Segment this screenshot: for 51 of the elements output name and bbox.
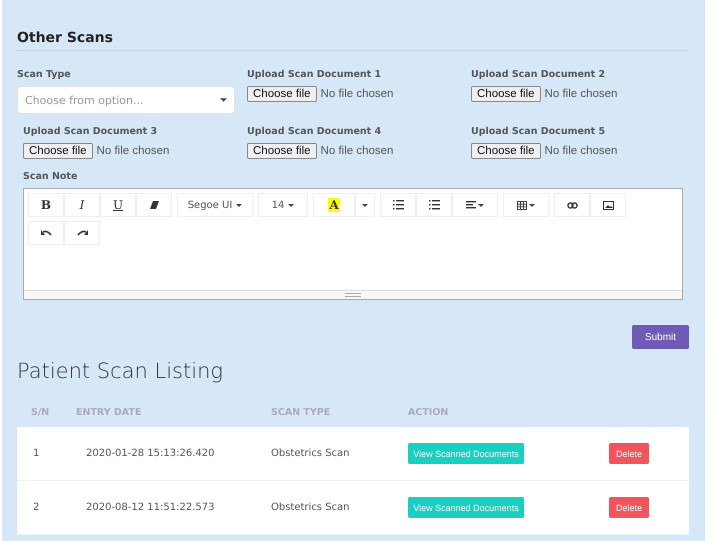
font-dropdown[interactable]: Segoe UI [177, 193, 253, 217]
field-label: Upload Scan Document 1 [247, 69, 382, 80]
bold-button[interactable]: B [28, 193, 64, 217]
column-header: ENTRY DATE [76, 406, 142, 418]
field-label: Scan Note [23, 171, 78, 182]
choose-file-button[interactable]: Choose file [471, 143, 541, 159]
text-color-button[interactable]: A [313, 193, 355, 217]
caret-icon [362, 204, 368, 206]
table-cell-text: Obstetrics Scan [271, 448, 351, 459]
column-header: S/N [30, 406, 50, 418]
file-status: No file chosen [320, 145, 394, 157]
undo-icon [40, 230, 52, 236]
column-header: ACTION [408, 406, 450, 418]
choose-file-button[interactable]: Choose file [247, 86, 317, 102]
resize-handle-icon [345, 293, 361, 297]
submit-button[interactable]: Submit [632, 325, 689, 349]
choose-file-button[interactable]: Choose file [23, 143, 93, 159]
caret-icon [288, 204, 294, 206]
italic-button[interactable]: I [64, 193, 100, 217]
table-cell-text: 2020-08-12 11:51:22.573 [85, 502, 216, 513]
font-size-dropdown[interactable]: 14 [258, 193, 308, 217]
column-header: SCAN TYPE [271, 406, 332, 418]
file-status: No file chosen [544, 88, 618, 100]
choose-file-button[interactable]: Choose file [247, 143, 317, 159]
caret-icon [220, 98, 227, 102]
field-label: Upload Scan Document 2 [471, 69, 606, 80]
align-icon [466, 201, 484, 209]
link-icon [566, 202, 578, 208]
caret-icon [236, 204, 242, 206]
image-icon [602, 200, 614, 210]
listing-title: Patient Scan Listing [17, 359, 224, 383]
table-icon [517, 200, 535, 210]
file-status: No file chosen [96, 145, 170, 157]
bullet-list-icon [392, 200, 404, 210]
eraser-icon [150, 201, 158, 209]
file-status: No file chosen [544, 145, 618, 157]
redo-icon [76, 230, 88, 236]
table-cell-text: 2 [32, 502, 40, 513]
section-title: Other Scans [17, 0, 689, 51]
file-status: No file chosen [320, 88, 394, 100]
field-label: Upload Scan Document 3 [23, 126, 158, 137]
field-label: Upload Scan Document 5 [471, 126, 606, 137]
field-label: Scan Type [17, 69, 72, 80]
table-cell-text: 2020-01-28 15:13:26.420 [85, 448, 216, 459]
table-cell-text: Obstetrics Scan [271, 502, 351, 513]
table-cell-text: 1 [32, 448, 40, 459]
field-label: Upload Scan Document 4 [247, 126, 382, 137]
rich-text-editor[interactable]: B I U Segoe UI 14 A [23, 188, 683, 300]
choose-file-button[interactable]: Choose file [471, 86, 541, 102]
numbered-list-icon [428, 200, 440, 210]
underline-button[interactable]: U [100, 193, 136, 217]
